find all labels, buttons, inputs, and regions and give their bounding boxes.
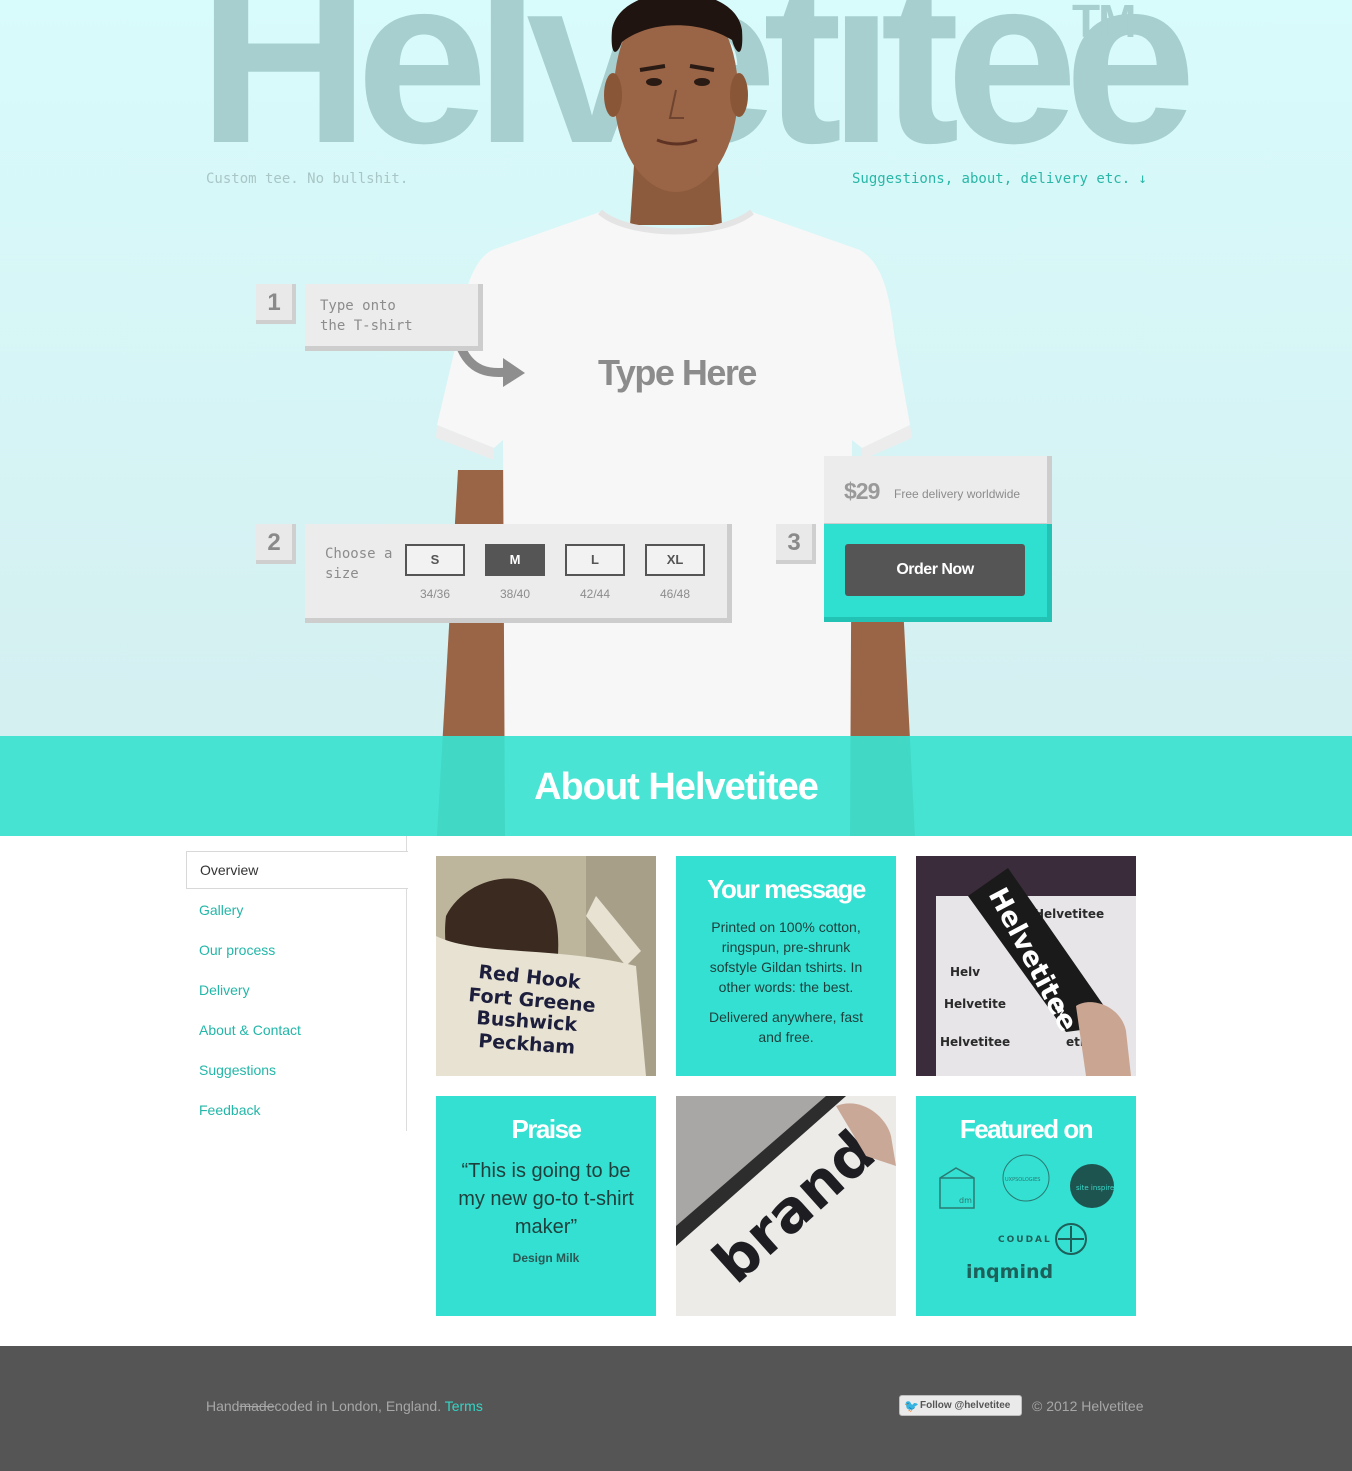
message-tile: Your message Printed on 100% cotton, rin… [676,856,896,1076]
order-panel: Order Now [824,524,1052,622]
step-3-number: 3 [776,524,816,564]
about-sidebar: Overview Gallery Our process Delivery Ab… [186,836,408,1131]
svg-text:Helvetite: Helvetite [944,997,1006,1011]
copyright: © 2012 Helvetitee [1032,1398,1144,1414]
step-1-number: 1 [256,284,296,324]
step-2-number: 2 [256,524,296,564]
about-title: About Helvetitee [534,766,819,808]
message-title: Your message [707,874,866,904]
design-milk-logo: dm [939,1167,975,1209]
sticker-photo: Helvetitee Helv Helvetite Helvetitee eti… [916,856,1136,1076]
shirt-photo-tile: Red Hook Fort Greene Bushwick Peckham [436,856,656,1076]
size-m-measure: 38/40 [499,587,531,601]
size-label: Choose a size [325,546,393,582]
tagline: Custom tee. No bullshit. [206,171,409,187]
design-milk-logo-text: dm [959,1196,972,1205]
shirt-photo: Red Hook Fort Greene Bushwick Peckham [436,856,656,1076]
size-l-button[interactable]: L [565,544,625,576]
praise-title: Praise [511,1114,582,1144]
coudal-logo: COUDAL [998,1223,1087,1255]
delivery-note: Free delivery worldwide [894,487,1021,501]
price-panel: $29 Free delivery worldwide [824,456,1052,528]
featured-logos: dm UXPSOLOGIES site inspire COUDAL inqmi… [939,1154,1114,1283]
svg-text:Helvetitee: Helvetitee [1034,907,1104,921]
sidebar-item-our-process[interactable]: Our process [186,931,407,969]
size-l-measure: 42/44 [579,587,611,601]
size-m-button[interactable]: M [485,544,545,576]
brand-photo: brand [676,1096,896,1316]
svg-text:Helvetitee: Helvetitee [940,1035,1010,1049]
size-s-measure: 34/36 [419,587,451,601]
featured-title: Featured on [959,1114,1094,1144]
message-body: Printed on 100% cotton, ringspun, pre-sh… [709,919,863,995]
sidebar-item-overview[interactable]: Overview [186,851,408,889]
sticker-photo-tile: Helvetitee Helv Helvetite Helvetitee eti… [916,856,1136,1076]
uxpsologies-logo-text: UXPSOLOGIES [1005,1177,1040,1183]
sidebar-item-suggestions[interactable]: Suggestions [186,1051,407,1089]
praise-source: Design Milk [512,1251,580,1265]
size-xl-button[interactable]: XL [645,544,705,576]
twitter-follow-button[interactable]: 🐦 Follow @helvetitee [899,1395,1022,1416]
size-panel: Choose a size S 34/36 M 38/40 L 42/44 XL… [305,524,732,623]
sidebar-item-feedback[interactable]: Feedback [186,1091,407,1129]
site-inspire-logo: site inspire [1070,1164,1114,1208]
message-body-2: Delivered anywhere, fast and free. [708,1009,864,1045]
praise-tile: Praise “This is going to be my new go-to… [436,1096,656,1316]
sidebar-item-gallery[interactable]: Gallery [186,891,407,929]
coudal-logo-text: COUDAL [998,1235,1052,1245]
brand-photo-tile: brand [676,1096,896,1316]
inqmind-logo: inqmind [966,1261,1053,1283]
terms-link[interactable]: Terms [445,1398,483,1414]
featured-tile: Featured on dm UXPSOLOGIES site inspire … [916,1096,1136,1316]
sidebar-item-about-contact[interactable]: About & Contact [186,1011,407,1049]
footer-credit: Handmadecoded in London, England. Terms [206,1398,483,1414]
praise-quote: “This is going to be my new go-to t-shir… [458,1160,634,1238]
footer: Handmadecoded in London, England. Terms … [0,1346,1352,1471]
size-s-button[interactable]: S [405,544,465,576]
price: $29 [844,478,880,504]
site-inspire-logo-text: site inspire [1076,1184,1114,1192]
step-1-instruction: Type onto the T-shirt [320,298,413,334]
uxpsologies-logo: UXPSOLOGIES [1002,1154,1050,1202]
info-link[interactable]: Suggestions, about, delivery etc. ↓ [852,171,1147,187]
shirt-text-input[interactable]: Type Here [598,352,757,394]
size-xl-measure: 46/48 [659,587,691,601]
sidebar-item-delivery[interactable]: Delivery [186,971,407,1009]
hero: Helvetitee TM Custom tee. No bullshit. S… [0,0,1352,836]
twitter-bird-icon: 🐦 [904,1399,919,1413]
model-photo [436,0,915,836]
order-now-button[interactable]: Order Now [845,544,1025,596]
svg-text:Helv: Helv [950,965,980,979]
step-1-panel: Type onto the T-shirt [305,284,483,351]
